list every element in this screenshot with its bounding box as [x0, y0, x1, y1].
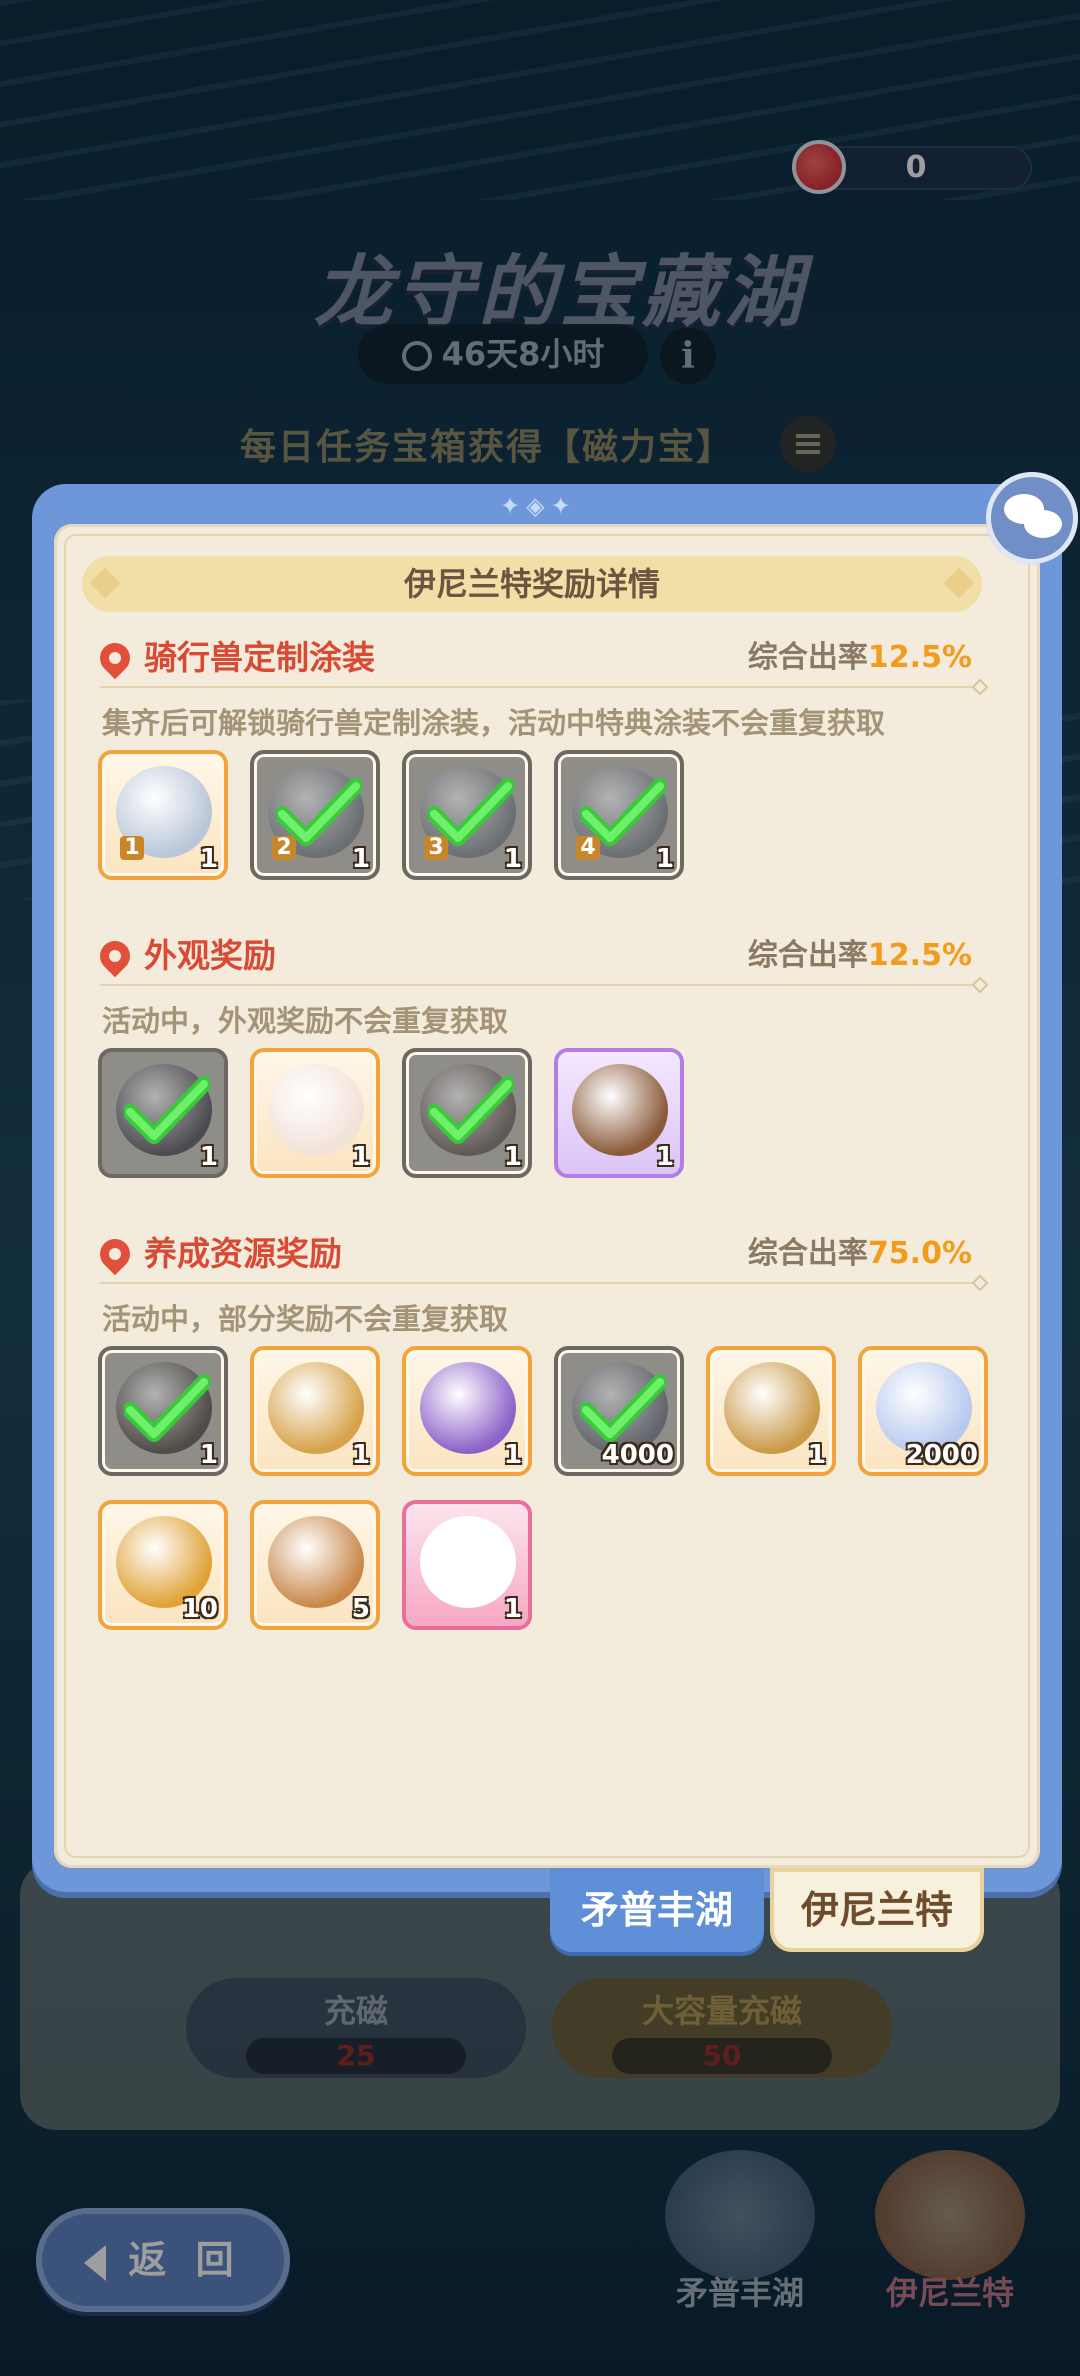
skin-level-badge: 4	[576, 836, 600, 860]
section-title-text: 骑行兽定制涂装	[144, 638, 375, 677]
item-count: 1	[503, 1594, 522, 1624]
diamond-ornament	[943, 567, 975, 599]
item-count: 1	[199, 844, 218, 874]
item-count: 5	[351, 1594, 370, 1624]
item-count: 1	[655, 1142, 674, 1172]
tab-mapu-lake[interactable]: 矛普丰湖	[550, 1868, 764, 1952]
photo-frame-icon	[572, 1064, 668, 1156]
rate-label: 综合出率	[747, 938, 868, 973]
section-title-text: 养成资源奖励	[144, 1234, 342, 1273]
reward-item-mount-skin-2[interactable]: 21	[250, 750, 380, 880]
arch-decoration-icon	[420, 1064, 516, 1156]
diamond-ornament	[89, 567, 121, 599]
modal-title: 伊尼兰特奖励详情	[403, 565, 660, 603]
purple-chest-icon	[420, 1362, 516, 1454]
treasure-map-icon	[116, 1362, 212, 1454]
item-count: 4000	[601, 1440, 674, 1470]
rate-value: 12.5%	[867, 938, 972, 973]
section-rate: 综合出率12.5%	[748, 934, 972, 978]
section-rate: 综合出率12.5%	[748, 636, 972, 680]
divider	[100, 984, 980, 986]
reward-item-wheat-bag[interactable]: 5	[250, 1500, 380, 1630]
reward-item-gold-chest[interactable]: 1	[706, 1346, 836, 1476]
skin-level-badge: 1	[120, 836, 144, 860]
reward-item-treasure-map[interactable]: 1	[98, 1346, 228, 1476]
reward-item-star-crystal[interactable]: 4000	[554, 1346, 684, 1476]
location-pin-icon	[93, 934, 137, 978]
glasses-accessory-icon	[116, 1064, 212, 1156]
wheat-bag-icon	[268, 1516, 364, 1608]
item-count: 1	[351, 844, 370, 874]
chat-bubble-icon	[1024, 510, 1062, 538]
rate-label: 综合出率	[747, 1236, 868, 1271]
gold-chest-icon	[724, 1362, 820, 1454]
section-title-text: 外观奖励	[144, 936, 276, 975]
reward-item-mount-skin-1[interactable]: 11	[98, 750, 228, 880]
item-count: 1	[655, 844, 674, 874]
reward-item-mount-skin-3[interactable]: 31	[402, 750, 532, 880]
reward-item-mount-skin-4[interactable]: 41	[554, 750, 684, 880]
skin-level-badge: 3	[424, 836, 448, 860]
section-desc: 活动中，部分奖励不会重复获取	[102, 1302, 509, 1336]
item-count: 1	[503, 1142, 522, 1172]
reward-item-star-crystal-2[interactable]: 2000	[858, 1346, 988, 1476]
tab-inilante[interactable]: 伊尼兰特	[770, 1868, 984, 1952]
item-count: 10	[181, 1594, 218, 1624]
section-desc: 活动中，外观奖励不会重复获取	[102, 1004, 509, 1038]
white-cat-icon	[420, 1516, 516, 1608]
rate-value: 12.5%	[867, 640, 972, 675]
reward-item-purple-chest[interactable]: 1	[402, 1346, 532, 1476]
feather-fan-icon	[268, 1064, 364, 1156]
bell-chest-icon	[268, 1362, 364, 1454]
location-pin-icon	[93, 1232, 137, 1276]
item-count: 1	[351, 1440, 370, 1470]
section-title: 骑行兽定制涂装	[93, 636, 375, 680]
item-count: 1	[199, 1142, 218, 1172]
reward-item-golden-bell[interactable]: 10	[98, 1500, 228, 1630]
divider	[100, 686, 980, 688]
item-count: 1	[503, 1440, 522, 1470]
rate-label: 综合出率	[747, 640, 868, 675]
reward-item-feather-fan[interactable]: 1	[250, 1048, 380, 1178]
chat-button[interactable]	[986, 472, 1078, 564]
reward-item-photo-frame[interactable]: 1	[554, 1048, 684, 1178]
modal-header: 伊尼兰特奖励详情	[82, 556, 982, 612]
section-title: 外观奖励	[93, 934, 276, 978]
reward-item-white-cat[interactable]: 1	[402, 1500, 532, 1630]
divider	[100, 1282, 980, 1284]
section-title: 养成资源奖励	[93, 1232, 342, 1276]
reward-item-glasses-accessory[interactable]: 1	[98, 1048, 228, 1178]
sparkle-icon: ✦◈✦	[500, 492, 577, 520]
item-count: 1	[807, 1440, 826, 1470]
reward-item-bell-chest[interactable]: 1	[250, 1346, 380, 1476]
skin-level-badge: 2	[272, 836, 296, 860]
location-pin-icon	[93, 636, 137, 680]
section-rate: 综合出率75.0%	[748, 1232, 972, 1276]
rate-value: 75.0%	[867, 1236, 972, 1271]
item-count: 1	[351, 1142, 370, 1172]
reward-item-arch-decoration[interactable]: 1	[402, 1048, 532, 1178]
item-count: 1	[199, 1440, 218, 1470]
section-desc: 集齐后可解锁骑行兽定制涂装，活动中特典涂装不会重复获取	[102, 706, 886, 740]
item-count: 1	[503, 844, 522, 874]
item-count: 2000	[905, 1440, 978, 1470]
